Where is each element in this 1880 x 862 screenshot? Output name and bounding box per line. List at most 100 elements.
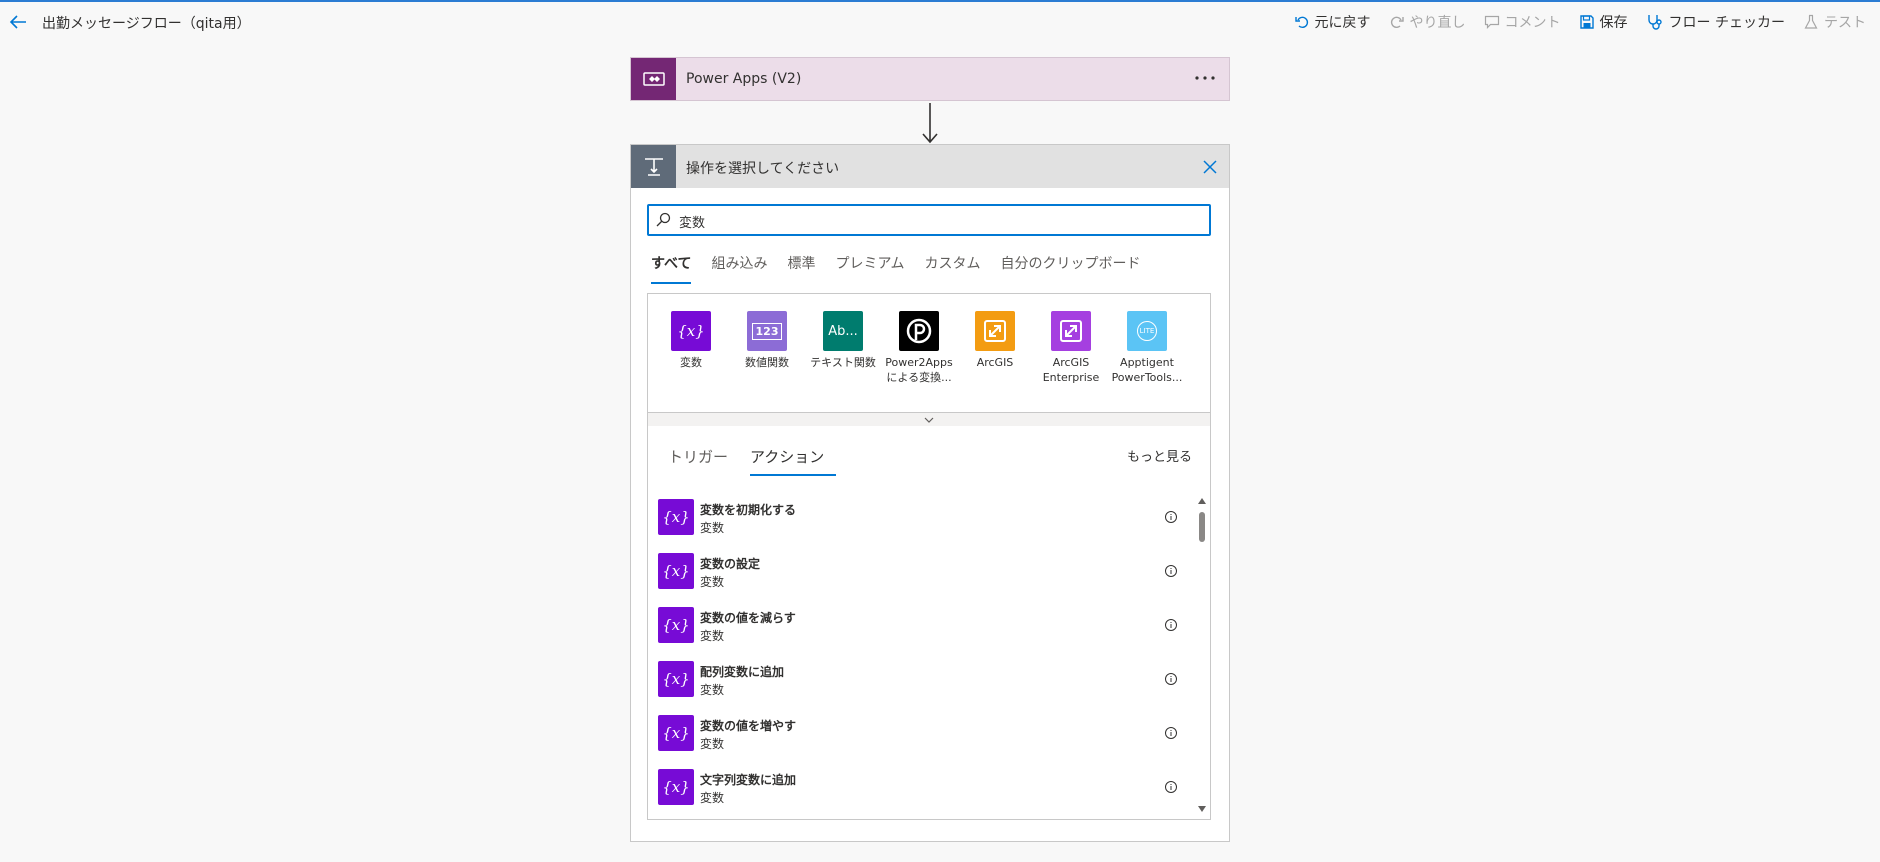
action-item-increment-variable[interactable]: {x} 変数の値を増やす 変数 [658, 710, 1188, 764]
action-title: 変数の設定 [700, 557, 761, 571]
arcgis-icon [975, 311, 1015, 351]
close-button[interactable] [1199, 156, 1221, 178]
stethoscope-icon [1647, 15, 1662, 30]
connector-name: Apptigent PowerTools... [1111, 356, 1183, 384]
action-item-append-to-array-variable[interactable]: {x} 配列変数に追加 変数 [658, 656, 1188, 710]
chevron-down-icon [924, 417, 934, 423]
arrow-left-icon [9, 15, 26, 29]
redo-icon [1390, 16, 1404, 29]
power-apps-icon [631, 58, 676, 100]
connector-arcgis-enterprise[interactable]: ArcGIS Enterprise [1034, 311, 1108, 385]
comment-icon [1484, 15, 1499, 29]
action-list-scrollbar[interactable] [1196, 496, 1208, 814]
action-item-set-variable[interactable]: {x} 変数の設定 変数 [658, 548, 1188, 602]
connector-glyph: Ab... [828, 323, 858, 339]
flow-checker-button[interactable]: フロー チェッカー [1646, 12, 1785, 32]
info-icon[interactable] [1164, 618, 1178, 632]
action-connector: 変数 [700, 575, 725, 589]
tab-my-clipboard[interactable]: 自分のクリップボード [991, 245, 1151, 281]
action-title: 変数の値を増やす [700, 719, 797, 733]
action-title: 配列変数に追加 [700, 665, 785, 679]
undo-button[interactable]: 元に戻す [1294, 12, 1371, 32]
variable-icon: {x} [658, 661, 694, 697]
variable-icon: {x} [658, 769, 694, 805]
action-tabs: トリガー アクション [658, 436, 837, 476]
connector-variable[interactable]: {x} 変数 [654, 311, 728, 370]
actions-section: トリガー アクション もっと見る {x} 変数を初期化する 変数 {x} 変数の… [647, 426, 1211, 820]
variable-icon: {x} [658, 715, 694, 751]
expand-connectors-button[interactable] [648, 412, 1210, 426]
scroll-up-icon[interactable] [1197, 496, 1207, 506]
close-icon [1203, 160, 1217, 174]
panel-header: 操作を選択してください [631, 145, 1229, 188]
flow-checker-label: フロー チェッカー [1668, 15, 1785, 31]
tab-triggers[interactable]: トリガー [658, 436, 740, 474]
info-icon[interactable] [1164, 726, 1178, 740]
connectors-grid: {x} 変数 123 数値関数 Ab... テキスト関数 Power2Apps … [647, 293, 1211, 426]
variable-icon: {x} [658, 499, 694, 535]
tab-premium[interactable]: プレミアム [825, 245, 914, 281]
operation-icon [631, 145, 676, 188]
connector-name: ArcGIS [976, 356, 1014, 369]
flask-icon [1804, 14, 1818, 29]
save-label: 保存 [1599, 15, 1628, 31]
trigger-card[interactable]: Power Apps (V2) [630, 57, 1230, 101]
search-box[interactable] [647, 204, 1211, 236]
info-icon[interactable] [1164, 672, 1178, 686]
connector-text-functions[interactable]: Ab... テキスト関数 [806, 311, 880, 370]
back-button[interactable] [6, 10, 30, 34]
undo-label: 元に戻す [1314, 15, 1371, 31]
action-connector: 変数 [700, 629, 725, 643]
redo-button[interactable]: やり直し [1389, 12, 1466, 32]
connector-name: テキスト関数 [810, 356, 876, 369]
variable-icon: {x} [658, 553, 694, 589]
tab-all[interactable]: すべて [641, 245, 701, 284]
connector-arcgis[interactable]: ArcGIS [958, 311, 1032, 370]
action-title: 文字列変数に追加 [700, 773, 797, 787]
info-icon[interactable] [1164, 564, 1178, 578]
action-list: {x} 変数を初期化する 変数 {x} 変数の設定 変数 {x} 変数の値を減ら… [658, 494, 1188, 818]
test-label: テスト [1824, 15, 1866, 31]
info-icon[interactable] [1164, 510, 1178, 524]
connector-power2apps[interactable]: Power2Apps による変換... [882, 311, 956, 385]
filter-tabs: すべて 組み込み 標準 プレミアム カスタム 自分のクリップボード [641, 245, 1151, 284]
info-icon[interactable] [1164, 780, 1178, 794]
number-function-icon: 123 [747, 311, 787, 351]
action-connector: 変数 [700, 521, 725, 535]
apptigent-icon: LITE [1127, 311, 1167, 351]
redo-label: やり直し [1409, 15, 1466, 31]
text-function-icon: Ab... [823, 311, 863, 351]
test-button[interactable]: テスト [1803, 12, 1866, 32]
panel-title: 操作を選択してください [686, 161, 840, 177]
arrow-down-icon [922, 103, 938, 144]
scroll-thumb[interactable] [1199, 512, 1205, 542]
action-item-initialize-variable[interactable]: {x} 変数を初期化する 変数 [658, 494, 1188, 548]
save-button[interactable]: 保存 [1579, 12, 1628, 32]
choose-operation-panel: 操作を選択してください すべて 組み込み 標準 プレミアム カスタム 自分のクリ… [630, 144, 1230, 842]
action-title: 変数の値を減らす [700, 611, 796, 625]
scroll-down-icon[interactable] [1197, 804, 1207, 814]
action-title: 変数を初期化する [700, 503, 797, 517]
tab-actions[interactable]: アクション [740, 436, 837, 476]
variable-icon: {x} [671, 311, 711, 351]
power2apps-icon [899, 311, 939, 351]
action-item-append-to-string-variable[interactable]: {x} 文字列変数に追加 変数 [658, 764, 1188, 818]
more-options-button[interactable] [1191, 65, 1219, 91]
command-toolbar: 元に戻す やり直し コメント 保存 フロー チェッカー テスト [1276, 10, 1866, 34]
tab-builtin[interactable]: 組み込み [701, 245, 777, 281]
tab-standard[interactable]: 標準 [777, 245, 825, 281]
connector-apptigent[interactable]: LITE Apptigent PowerTools... [1110, 311, 1184, 385]
search-input[interactable] [677, 209, 1201, 233]
connector-name: 変数 [680, 356, 702, 369]
flow-title: 出勤メッセージフロー（qita用） [42, 16, 251, 32]
tab-custom[interactable]: カスタム [915, 245, 991, 281]
see-more-link[interactable]: もっと見る [1127, 446, 1192, 465]
search-icon [656, 212, 671, 227]
undo-icon [1294, 16, 1308, 29]
connector-glyph: LITE [1137, 321, 1157, 341]
comment-button[interactable]: コメント [1484, 12, 1561, 32]
action-item-decrement-variable[interactable]: {x} 変数の値を減らす 変数 [658, 602, 1188, 656]
arcgis-enterprise-icon [1051, 311, 1091, 351]
connector-name: ArcGIS Enterprise [1042, 356, 1100, 384]
connector-number-functions[interactable]: 123 数値関数 [730, 311, 804, 370]
